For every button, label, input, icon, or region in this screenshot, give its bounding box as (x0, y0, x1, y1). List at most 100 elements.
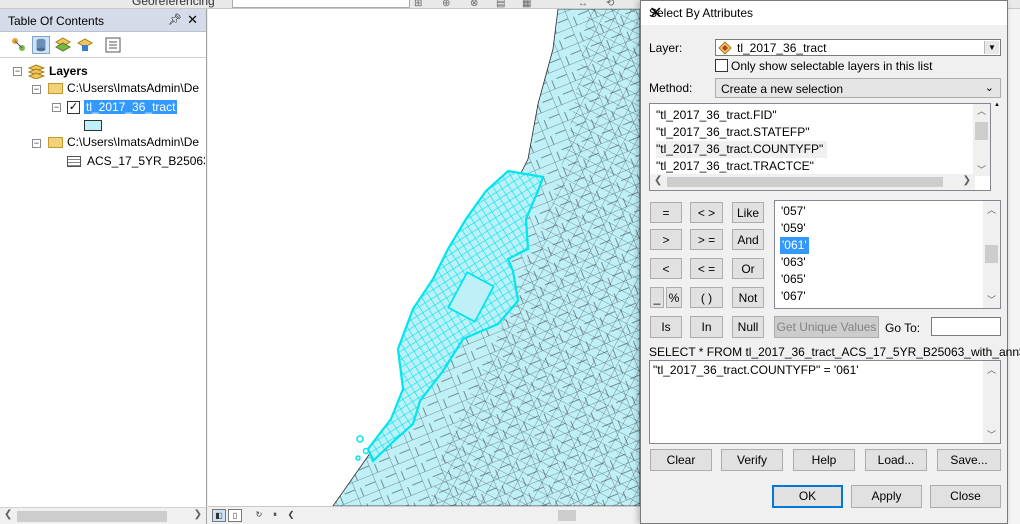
toolbar-icon[interactable]: ⊗ (470, 0, 480, 8)
unique-value-item-selected[interactable]: '061' (780, 237, 809, 254)
parentheses-button[interactable]: ( ) (690, 287, 723, 308)
only-selectable-label[interactable]: Only show selectable layers in this list (731, 59, 932, 73)
field-item[interactable]: "tl_2017_36_tract.COUNTYFP" (656, 141, 828, 158)
close-icon[interactable]: ✕ (649, 3, 997, 23)
underscore-button[interactable]: _ (650, 287, 664, 308)
options-icon[interactable] (104, 36, 122, 54)
toolbar-icon[interactable]: ⟲ (606, 0, 616, 8)
less-than-button[interactable]: < (650, 258, 682, 279)
goto-input[interactable] (931, 317, 1001, 336)
scroll-left-icon[interactable]: ❮ (654, 175, 662, 186)
and-button[interactable]: And (732, 229, 764, 250)
unique-value-item[interactable]: '065' (781, 271, 806, 288)
list-by-source-icon[interactable] (32, 36, 50, 54)
pin-icon[interactable]: 📌︎ (168, 13, 182, 26)
is-button[interactable]: Is (650, 316, 682, 338)
workspace-path[interactable]: C:\Users\ImatsAdmin\De (67, 133, 205, 151)
resize-icon[interactable]: ▲ (994, 102, 1000, 108)
not-button[interactable]: Not (732, 287, 764, 308)
scroll-left-icon[interactable]: ❮ (284, 509, 298, 522)
fields-horizontal-scrollbar[interactable]: ❮ ❯ (650, 174, 975, 190)
scroll-up-icon[interactable]: ︿ (983, 203, 1000, 216)
collapse-icon[interactable]: − (52, 103, 61, 112)
list-by-drawing-order-icon[interactable] (10, 36, 28, 54)
scrollbar-thumb[interactable] (667, 177, 943, 187)
expression-textarea[interactable]: "tl_2017_36_tract.COUNTYFP" = '061' ︿ ﹀ (649, 360, 1001, 444)
greater-than-button[interactable]: > (650, 229, 682, 250)
layer-name[interactable]: tl_2017_36_tract (84, 100, 178, 114)
layout-view-icon[interactable]: ▯ (228, 509, 242, 522)
scroll-up-icon[interactable]: ︿ (973, 104, 990, 117)
refresh-icon[interactable]: ↻ (252, 509, 266, 522)
chevron-down-icon[interactable]: ▼ (984, 41, 999, 54)
percent-button[interactable]: % (666, 287, 682, 308)
workspace-path[interactable]: C:\Users\ImatsAdmin\De (67, 79, 205, 97)
unique-value-item[interactable]: '057' (781, 203, 806, 220)
scrollbar-thumb[interactable] (985, 245, 998, 263)
save-button[interactable]: Save... (937, 449, 1001, 471)
collapse-icon[interactable]: − (13, 67, 22, 76)
toolbar-icon[interactable]: ⊞ (414, 0, 424, 8)
unique-value-item[interactable]: '067' (781, 288, 806, 305)
field-item[interactable]: "tl_2017_36_tract.STATEFP" (656, 124, 809, 141)
like-button[interactable]: Like (732, 202, 764, 223)
toc-horizontal-scrollbar[interactable]: ❮ ❯ (0, 507, 206, 524)
unique-value-item[interactable]: '063' (781, 254, 806, 271)
greater-equal-button[interactable]: > = (690, 229, 723, 250)
pause-icon[interactable]: ⏸ (268, 509, 282, 522)
georeferencing-label[interactable]: Georeferencing (132, 0, 215, 8)
layer-visibility-checkbox[interactable]: ✓ (67, 101, 80, 114)
chevron-down-icon[interactable]: ⌄ (985, 81, 994, 94)
scrollbar-thumb[interactable] (975, 122, 988, 140)
method-dropdown[interactable]: Create a new selection ⌄ (715, 78, 1001, 98)
toolbar-icon[interactable]: ⊕ (442, 0, 452, 8)
fields-list[interactable]: "tl_2017_36_tract.FID" "tl_2017_36_tract… (649, 103, 991, 191)
collapse-icon[interactable]: − (32, 85, 41, 94)
null-button[interactable]: Null (732, 316, 764, 338)
field-item[interactable]: "tl_2017_36_tract.TRACTCE" (656, 158, 814, 175)
georeferencing-layer-combo[interactable] (232, 0, 410, 8)
unique-values-list[interactable]: '057' '059' '061' '063' '065' '067' ︿ ﹀ (774, 200, 1001, 309)
scroll-right-icon[interactable]: ❯ (194, 509, 202, 520)
scroll-right-icon[interactable]: ❯ (963, 175, 971, 186)
values-vertical-scrollbar[interactable]: ︿ ﹀ (983, 201, 1000, 308)
collapse-icon[interactable]: − (32, 139, 41, 148)
list-by-visibility-icon[interactable] (54, 36, 72, 54)
ok-button[interactable]: OK (772, 485, 843, 508)
apply-button[interactable]: Apply (851, 485, 922, 508)
unique-value-item[interactable]: '059' (781, 220, 806, 237)
data-view-icon[interactable]: ◧ (212, 509, 226, 522)
map-view[interactable] (208, 9, 640, 506)
scrollbar-thumb[interactable] (17, 511, 167, 522)
get-unique-values-button[interactable]: Get Unique Values (774, 316, 879, 338)
layer-item[interactable]: tl_2017_36_tract (84, 98, 178, 116)
layer-dropdown[interactable]: tl_2017_36_tract ▼ (715, 39, 1001, 56)
in-button[interactable]: In (690, 316, 723, 338)
standalone-table[interactable]: ACS_17_5YR_B25063_v (87, 152, 205, 170)
help-button[interactable]: Help (793, 449, 855, 471)
list-by-selection-icon[interactable] (76, 36, 94, 54)
less-equal-button[interactable]: < = (690, 258, 723, 279)
map-scroll-thumb[interactable] (558, 510, 576, 521)
or-button[interactable]: Or (732, 258, 764, 279)
toolbar-icon[interactable]: ▦ (522, 0, 532, 8)
expression-vertical-scrollbar[interactable]: ︿ ﹀ (983, 361, 1000, 443)
scroll-left-icon[interactable]: ❮ (4, 509, 12, 520)
scroll-down-icon[interactable]: ﹀ (983, 293, 1000, 306)
clear-button[interactable]: Clear (650, 449, 712, 471)
layer-symbol-swatch[interactable] (84, 120, 102, 131)
verify-button[interactable]: Verify (721, 449, 783, 471)
not-equal-button[interactable]: < > (690, 202, 723, 223)
fields-vertical-scrollbar[interactable]: ︿ ﹀ (973, 104, 990, 176)
load-button[interactable]: Load... (865, 449, 927, 471)
close-button[interactable]: Close (930, 485, 1001, 508)
scroll-down-icon[interactable]: ﹀ (983, 428, 1000, 441)
scroll-down-icon[interactable]: ﹀ (973, 163, 990, 176)
field-item[interactable]: "tl_2017_36_tract.FID" (656, 107, 777, 124)
toolbar-icon[interactable]: ▤ (496, 0, 506, 8)
equals-button[interactable]: = (650, 202, 682, 223)
toolbar-icon[interactable]: ↔ (578, 0, 588, 8)
close-icon[interactable]: ✕ (187, 12, 198, 28)
only-selectable-checkbox[interactable] (715, 59, 728, 72)
layers-label[interactable]: Layers (49, 62, 88, 80)
